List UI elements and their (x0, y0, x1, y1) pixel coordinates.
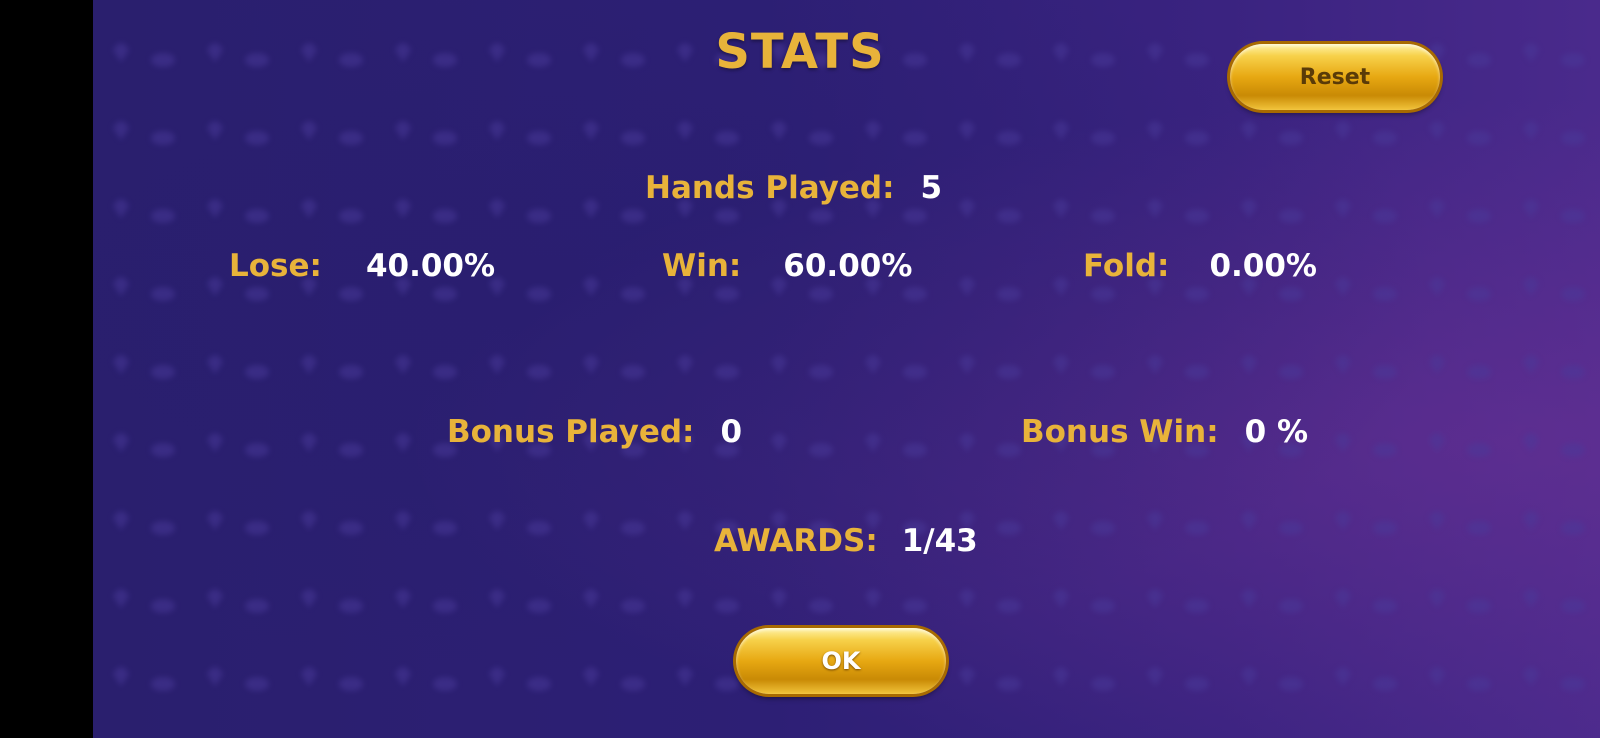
stat-lose: Lose: 40.00% (229, 248, 495, 284)
stats-screen: STATS Reset Hands Played: 5 Lose: 40.00%… (0, 0, 1600, 738)
lose-value: 40.00% (365, 248, 496, 284)
fold-value: 0.00% (1209, 248, 1317, 284)
stat-awards: AWARDS: 1/43 (714, 523, 978, 559)
bonus-win-value: 0 % (1244, 414, 1309, 450)
bonus-win-label: Bonus Win: (1021, 414, 1219, 450)
awards-label: AWARDS: (714, 523, 878, 559)
hands-played-label: Hands Played: (645, 170, 895, 206)
win-label: Win: (662, 248, 742, 284)
lose-label: Lose: (229, 248, 322, 284)
ok-button-label: OK (821, 647, 861, 675)
reset-button[interactable]: Reset (1230, 44, 1440, 110)
stat-bonus-played: Bonus Played: 0 (447, 414, 742, 450)
stat-win: Win: 60.00% (662, 248, 912, 284)
fold-label: Fold: (1083, 248, 1170, 284)
bonus-played-label: Bonus Played: (447, 414, 695, 450)
hands-played-value: 5 (920, 170, 943, 206)
ok-button[interactable]: OK (736, 628, 946, 694)
left-black-bar (0, 0, 93, 738)
stat-bonus-win: Bonus Win: 0 % (1021, 414, 1308, 450)
bonus-played-value: 0 (720, 414, 743, 450)
stat-hands-played: Hands Played: 5 (645, 170, 942, 206)
awards-value: 1/43 (901, 523, 978, 559)
reset-button-label: Reset (1299, 64, 1371, 90)
win-value: 60.00% (783, 248, 913, 284)
stat-fold: Fold: 0.00% (1083, 248, 1317, 284)
